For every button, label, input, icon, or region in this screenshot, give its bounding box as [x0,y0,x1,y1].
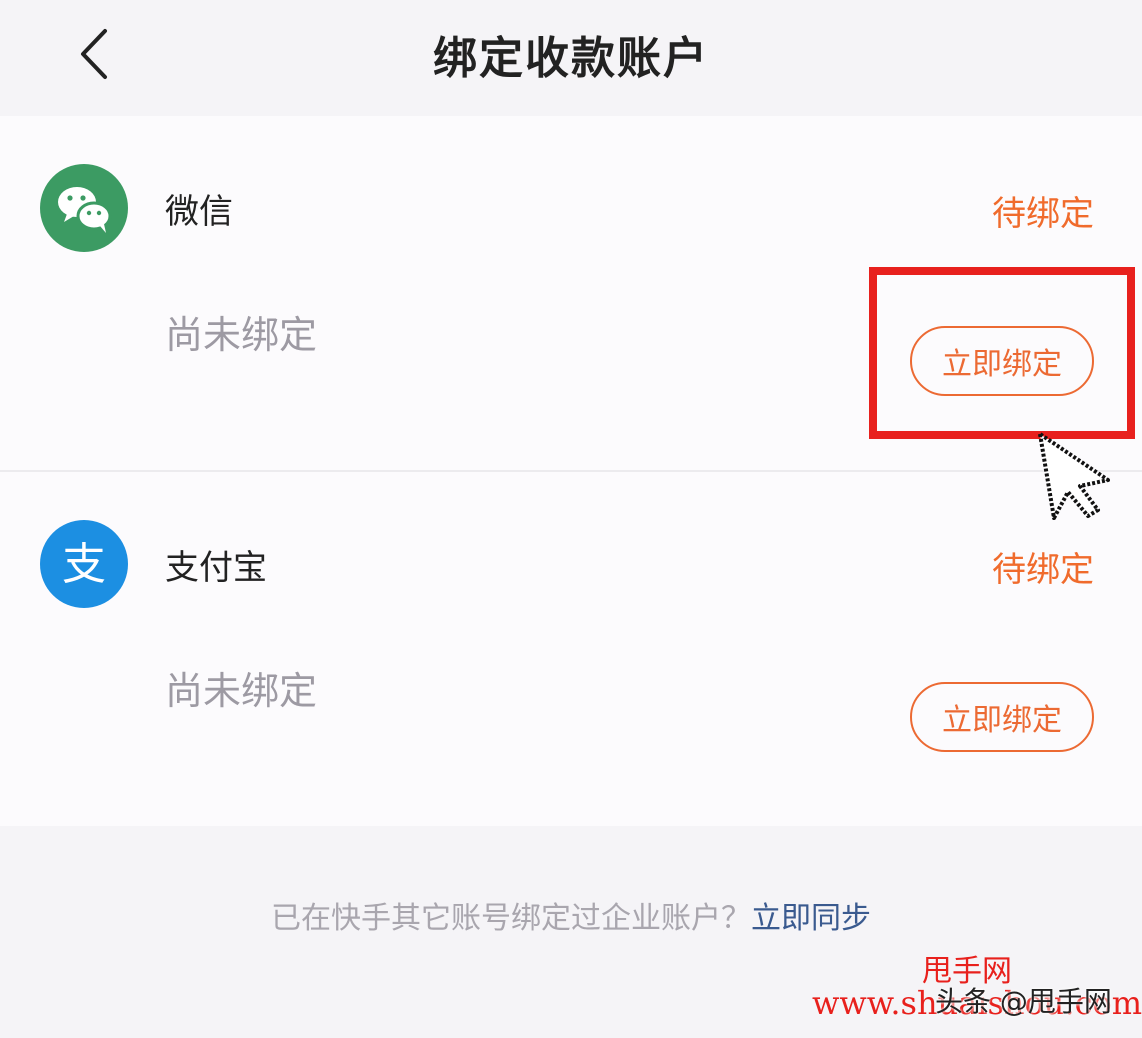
highlight-box [869,267,1135,439]
bind-substatus: 尚未绑定 [165,313,318,357]
account-name: 支付宝 [165,548,267,588]
svg-text:支: 支 [62,539,106,590]
wechat-icon [40,164,128,252]
bind-substatus: 尚未绑定 [165,669,318,713]
watermark-toutiao: 头条 @甩手网 [935,985,1112,1018]
sync-prompt-text: 已在快手其它账号绑定过企业账户？ [271,901,751,936]
mouse-pointer-icon [1038,432,1110,520]
page-title: 绑定收款账户 [433,33,709,84]
account-card-alipay: 支 支付宝 待绑定 尚未绑定 立即绑定 [0,472,1142,826]
account-name: 微信 [165,192,233,232]
bind-status: 待绑定 [992,550,1094,590]
sync-prompt: 已在快手其它账号绑定过企业账户？立即同步 [0,893,1142,937]
alipay-icon: 支 [40,520,128,608]
app-header: 绑定收款账户 [0,0,1142,114]
bind-status: 待绑定 [992,194,1094,234]
bind-now-button[interactable]: 立即绑定 [910,682,1094,752]
sync-now-link[interactable]: 立即同步 [751,901,871,936]
